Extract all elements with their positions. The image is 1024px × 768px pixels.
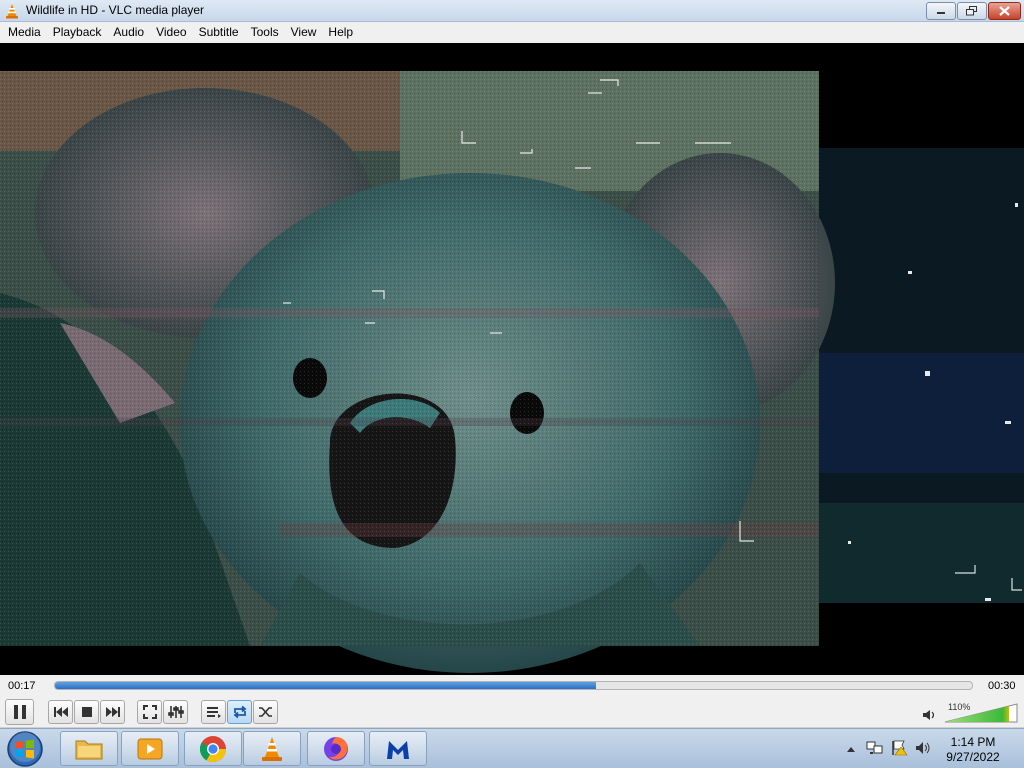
- clock-date: 9/27/2022: [946, 750, 1000, 764]
- restore-icon: [966, 6, 977, 16]
- taskbar-chrome[interactable]: [184, 731, 242, 766]
- previous-button[interactable]: [48, 700, 73, 724]
- menu-tools[interactable]: Tools: [245, 22, 285, 43]
- taskbar: 1:14 PM 9/27/2022: [0, 728, 1024, 768]
- menu-media[interactable]: Media: [2, 22, 47, 43]
- system-clock[interactable]: 1:14 PM 9/27/2022: [938, 735, 1008, 765]
- folder-icon: [75, 740, 103, 759]
- total-time: 00:30: [988, 680, 1016, 692]
- menu-view[interactable]: View: [285, 22, 323, 43]
- pause-button[interactable]: [5, 699, 34, 725]
- video-frame: [0, 71, 1024, 673]
- stop-icon: [81, 707, 92, 717]
- shuffle-icon: [258, 707, 272, 717]
- vlc-cone-icon: [6, 4, 18, 19]
- minimize-button[interactable]: [926, 2, 956, 20]
- media-player-icon: [137, 738, 163, 759]
- seek-progress-fill: [55, 682, 597, 689]
- loop-button[interactable]: [227, 700, 252, 724]
- next-icon: [105, 707, 120, 717]
- playlist-icon: [206, 707, 221, 718]
- stop-button[interactable]: [74, 700, 99, 724]
- seek-slider[interactable]: [54, 681, 973, 690]
- elapsed-time: 00:17: [8, 680, 36, 692]
- video-display[interactable]: [0, 43, 1024, 675]
- vlc-cone-icon: [262, 736, 282, 761]
- title-bar: Wildlife in HD - VLC media player: [0, 0, 1024, 22]
- volume-slider[interactable]: [944, 702, 1018, 724]
- previous-icon: [53, 707, 68, 717]
- menu-playback[interactable]: Playback: [47, 22, 108, 43]
- malwarebytes-icon: [387, 740, 409, 759]
- taskbar-media-player[interactable]: [121, 731, 179, 766]
- playlist-button[interactable]: [201, 700, 226, 724]
- shuffle-button[interactable]: [253, 700, 278, 724]
- action-center-warning-icon[interactable]: [891, 740, 909, 759]
- window-title: Wildlife in HD - VLC media player: [26, 3, 205, 17]
- seek-area: 00:17 00:30: [0, 675, 1024, 697]
- menu-help[interactable]: Help: [322, 22, 359, 43]
- menu-subtitle[interactable]: Subtitle: [193, 22, 245, 43]
- network-icon[interactable]: [866, 740, 884, 759]
- volume-tray-icon[interactable]: [915, 741, 931, 758]
- speaker-icon[interactable]: [922, 709, 938, 721]
- next-button[interactable]: [100, 700, 125, 724]
- restore-button[interactable]: [957, 2, 987, 20]
- taskbar-vlc[interactable]: [243, 731, 301, 766]
- playback-controls: 110%: [0, 697, 1024, 728]
- chrome-icon: [199, 735, 227, 762]
- windows-start-icon[interactable]: [6, 730, 44, 768]
- taskbar-explorer[interactable]: [60, 731, 118, 766]
- equalizer-icon: [167, 706, 184, 718]
- taskbar-malwarebytes[interactable]: [369, 731, 427, 766]
- minimize-icon: [937, 12, 945, 14]
- show-hidden-icons-arrow-icon[interactable]: [846, 742, 856, 756]
- close-button[interactable]: [988, 2, 1021, 20]
- menu-video[interactable]: Video: [150, 22, 192, 43]
- taskbar-firefox[interactable]: [307, 731, 365, 766]
- fullscreen-icon: [142, 705, 157, 719]
- firefox-icon: [324, 736, 348, 761]
- loop-icon: [233, 705, 246, 719]
- fullscreen-button[interactable]: [137, 700, 162, 724]
- menu-audio[interactable]: Audio: [107, 22, 150, 43]
- clock-time: 1:14 PM: [950, 735, 996, 749]
- extended-settings-button[interactable]: [163, 700, 188, 724]
- pause-icon: [13, 705, 26, 719]
- close-icon: [999, 6, 1010, 16]
- menu-bar: Media Playback Audio Video Subtitle Tool…: [0, 22, 1024, 43]
